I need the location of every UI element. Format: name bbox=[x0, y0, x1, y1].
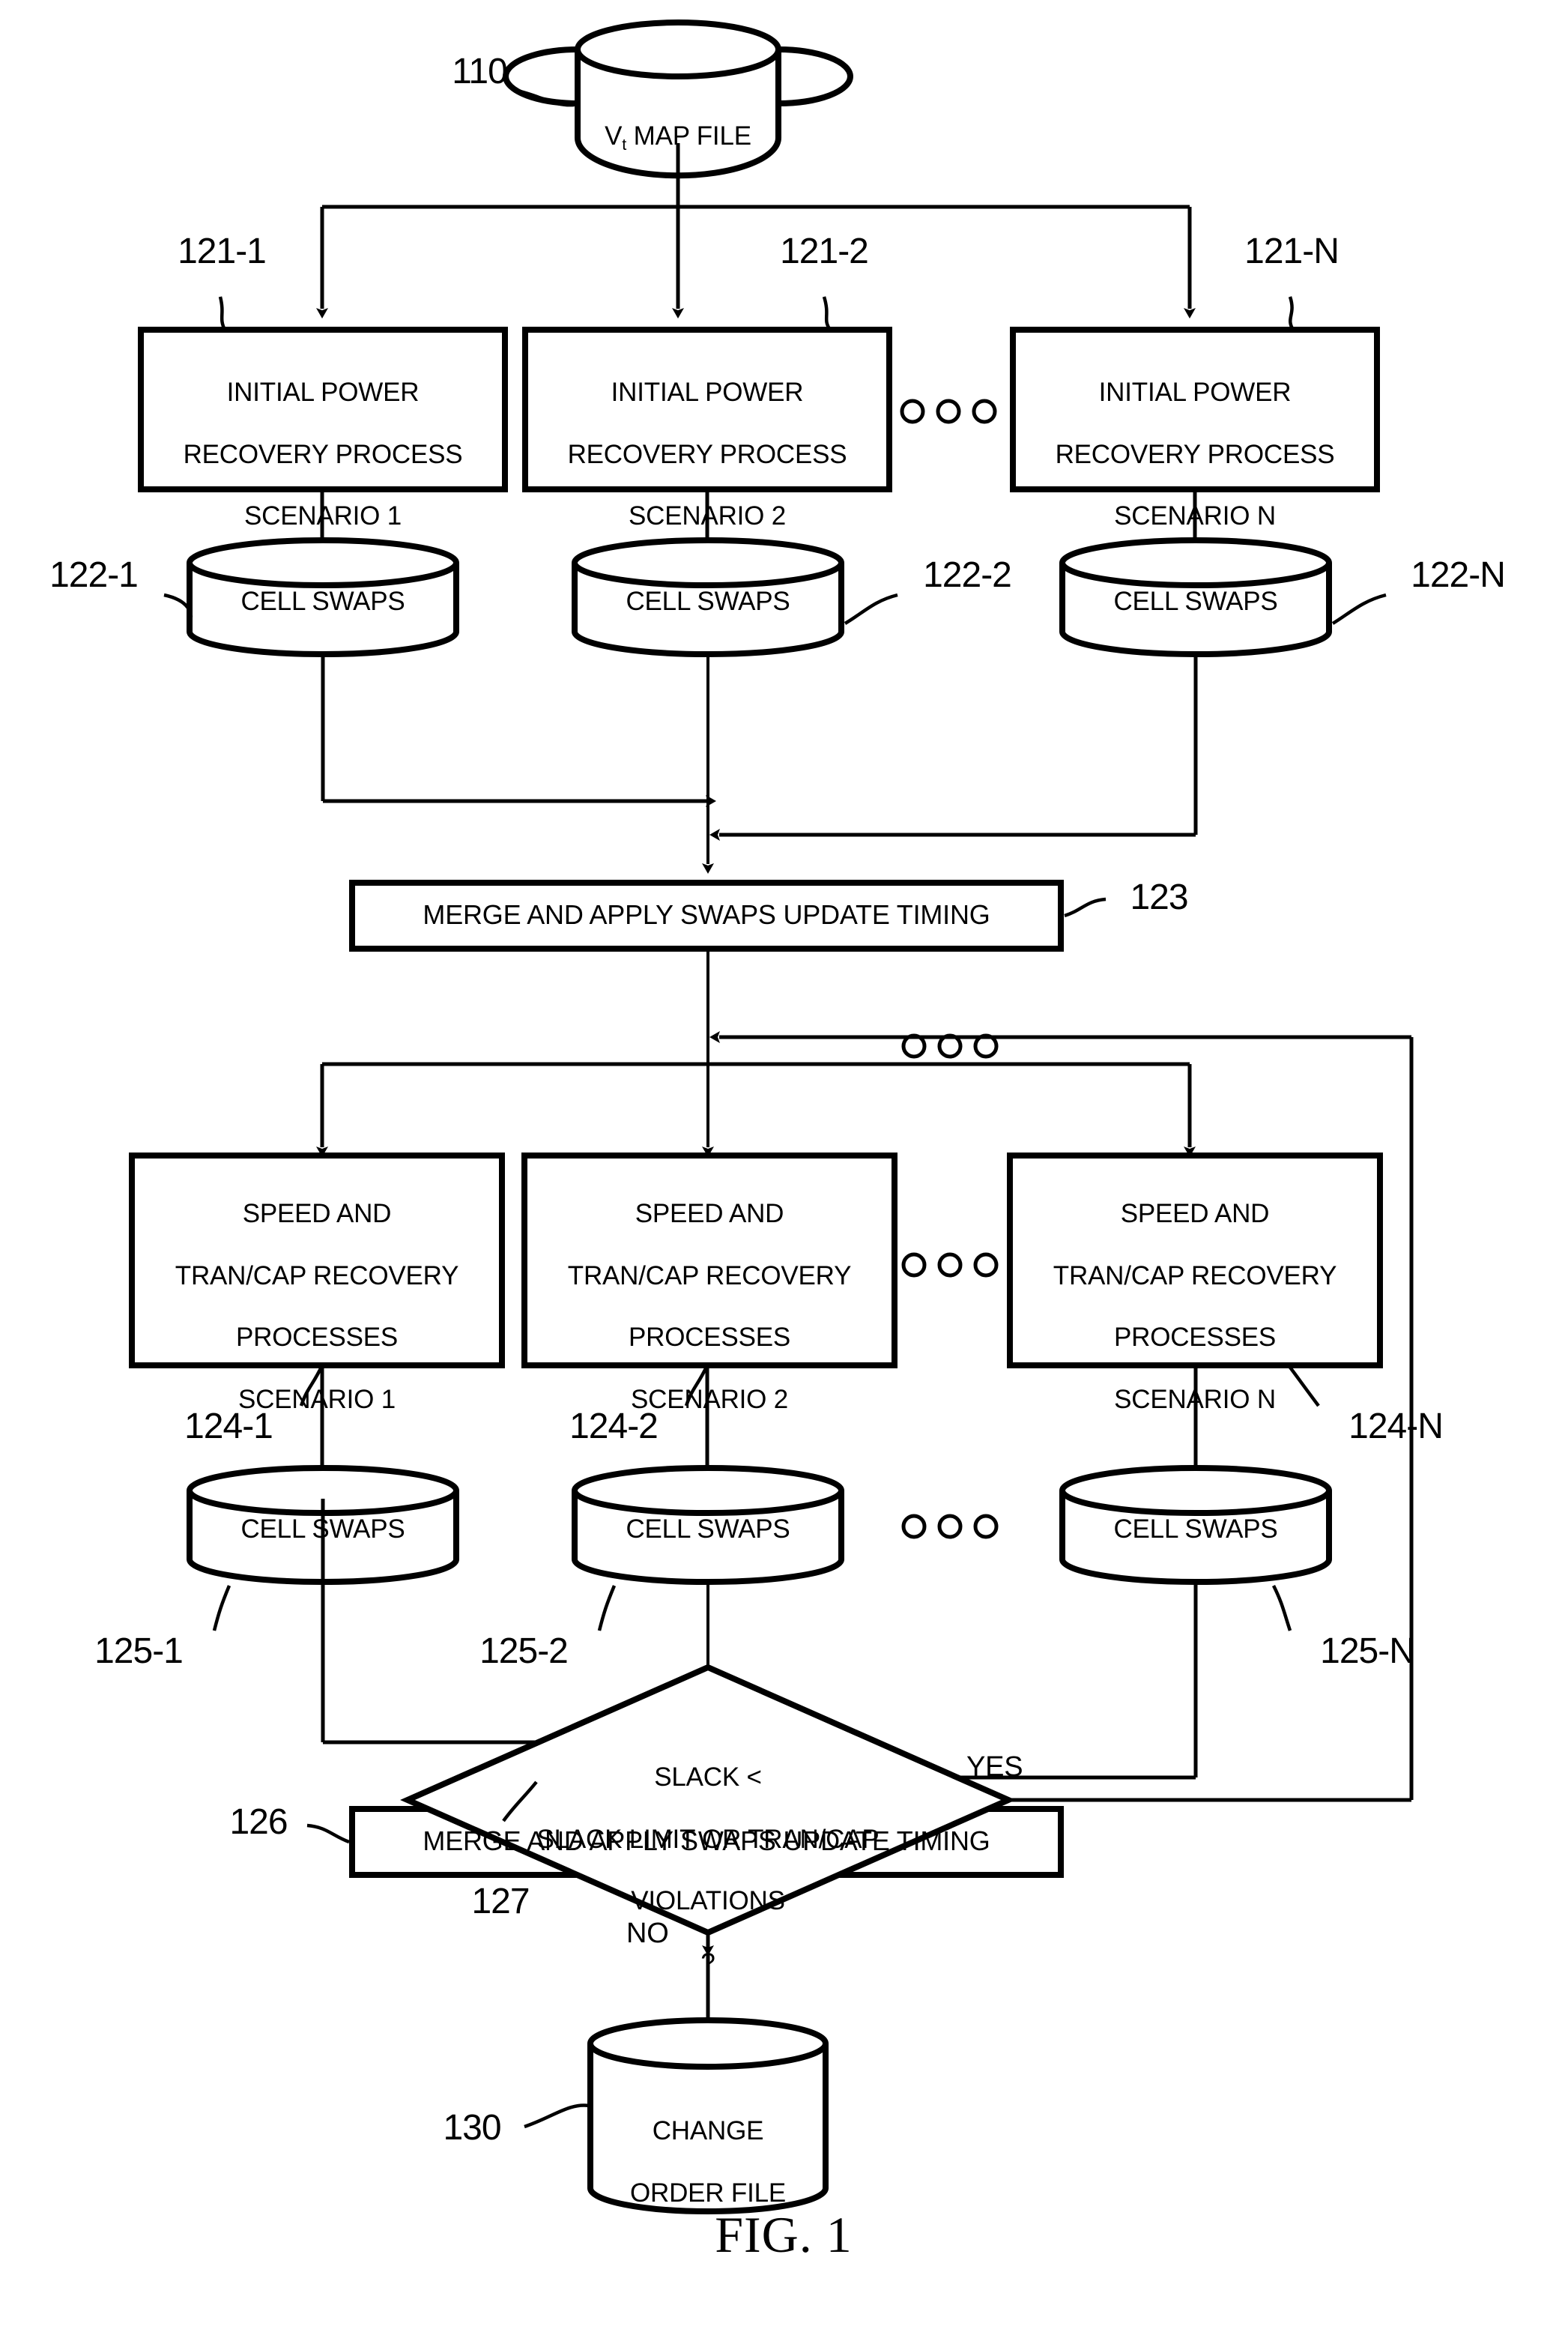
box-121-N-line2: RECOVERY PROCESS bbox=[1055, 439, 1335, 469]
leader-125-2 bbox=[597, 1585, 617, 1631]
box-124-1-label: SPEED AND TRAN/CAP RECOVERY PROCESSES SC… bbox=[132, 1168, 502, 1415]
diamond-127-line4: ? bbox=[700, 1948, 715, 1978]
diamond-127-line3: VIOLATIONS bbox=[631, 1886, 785, 1916]
refnum-123: 123 bbox=[1130, 877, 1188, 917]
cyl-122-2-label: CELL SWAPS bbox=[626, 587, 790, 616]
box-121-2-line2: RECOVERY PROCESS bbox=[567, 439, 847, 469]
cyl-122-N-label: CELL SWAPS bbox=[1113, 587, 1278, 616]
vt-map-suffix: MAP FILE bbox=[626, 121, 751, 151]
diamond-127-line1: SLACK < bbox=[654, 1762, 762, 1792]
vt-map-file-label: Vt MAP FILE bbox=[578, 90, 778, 154]
refnum-121-N: 121-N bbox=[1244, 232, 1340, 271]
refnum-127: 127 bbox=[471, 1882, 530, 1921]
box-124-N-line4: SCENARIO N bbox=[1114, 1385, 1276, 1415]
box-121-N-line3: SCENARIO N bbox=[1114, 501, 1276, 531]
box-121-1-line3: SCENARIO 1 bbox=[244, 501, 402, 531]
box-124-N-label: SPEED AND TRAN/CAP RECOVERY PROCESSES SC… bbox=[1010, 1168, 1380, 1415]
box-124-1-line3: PROCESSES bbox=[235, 1323, 399, 1353]
refnum-110: 110 bbox=[452, 52, 508, 91]
leader-125-1 bbox=[212, 1585, 231, 1631]
leader-123 bbox=[1064, 897, 1107, 918]
box-121-1-label: INITIAL POWER RECOVERY PROCESS SCENARIO … bbox=[141, 346, 505, 532]
cyl-130-line1: CHANGE bbox=[652, 2116, 764, 2146]
leader-122-2 bbox=[844, 593, 898, 625]
box-124-N-line1: SPEED AND bbox=[1120, 1199, 1270, 1229]
leader-130 bbox=[524, 2103, 590, 2129]
leader-121-N bbox=[1288, 296, 1295, 331]
box-124-1-line1: SPEED AND bbox=[242, 1199, 392, 1229]
refnum-122-N: 122-N bbox=[1411, 555, 1506, 595]
refnum-124-N: 124-N bbox=[1348, 1407, 1444, 1446]
vt-map-prefix: V bbox=[605, 121, 623, 151]
diamond-127-line2: SLACK LIMIT OR TRAN/CAP bbox=[536, 1824, 880, 1854]
box-121-2-line1: INITIAL POWER bbox=[611, 378, 804, 408]
cyl-125-N-label: CELL SWAPS bbox=[1113, 1514, 1278, 1544]
leader-126 bbox=[306, 1823, 350, 1844]
box-121-N-label: INITIAL POWER RECOVERY PROCESS SCENARIO … bbox=[1013, 346, 1377, 532]
box-121-2-line3: SCENARIO 2 bbox=[629, 501, 786, 531]
ellipsis-stage2-stores bbox=[901, 1514, 999, 1539]
box-124-2-line1: SPEED AND bbox=[635, 1199, 784, 1229]
box-123-label: MERGE AND APPLY SWAPS UPDATE TIMING bbox=[423, 899, 990, 930]
cyl-122-1-label: CELL SWAPS bbox=[240, 587, 405, 616]
cyl-130-line2: ORDER FILE bbox=[629, 2178, 787, 2208]
box-124-2-line3: PROCESSES bbox=[628, 1323, 791, 1353]
cyl-130-label: CHANGE ORDER FILE bbox=[592, 2085, 824, 2208]
refnum-124-2: 124-2 bbox=[569, 1407, 659, 1446]
box-124-N-line2: TRAN/CAP RECOVERY bbox=[1053, 1260, 1337, 1290]
ellipsis-stage1 bbox=[900, 399, 997, 424]
cyl-125-1-label: CELL SWAPS bbox=[240, 1514, 405, 1544]
leader-121-1 bbox=[218, 296, 227, 331]
refnum-124-1: 124-1 bbox=[184, 1407, 273, 1446]
box-121-N-line1: INITIAL POWER bbox=[1098, 378, 1292, 408]
refnum-125-2: 125-2 bbox=[479, 1631, 569, 1671]
refnum-125-N: 125-N bbox=[1320, 1631, 1415, 1671]
box-121-1-line1: INITIAL POWER bbox=[226, 378, 420, 408]
box-121-1-line2: RECOVERY PROCESS bbox=[183, 439, 463, 469]
leader-125-N bbox=[1271, 1584, 1292, 1631]
refnum-121-1: 121-1 bbox=[178, 232, 267, 271]
refnum-126: 126 bbox=[229, 1802, 288, 1842]
patent-figure-page: Vt MAP FILE 110 121-1 121-2 121-N INITIA… bbox=[0, 0, 1568, 2338]
box-124-1-line2: TRAN/CAP RECOVERY bbox=[175, 1260, 459, 1290]
refnum-122-1: 122-1 bbox=[49, 555, 139, 595]
refnum-125-1: 125-1 bbox=[94, 1631, 184, 1671]
branch-label-no: NO bbox=[626, 1918, 669, 1949]
box-121-2-label: INITIAL POWER RECOVERY PROCESS SCENARIO … bbox=[525, 346, 889, 532]
branch-label-yes: YES bbox=[966, 1751, 1023, 1783]
ellipsis-stage2-processes bbox=[901, 1033, 999, 1278]
box-124-2-label: SPEED AND TRAN/CAP RECOVERY PROCESSES SC… bbox=[524, 1168, 895, 1415]
box-124-N-line3: PROCESSES bbox=[1113, 1323, 1277, 1353]
box-124-2-line2: TRAN/CAP RECOVERY bbox=[567, 1260, 852, 1290]
leader-122-N bbox=[1331, 593, 1387, 625]
refnum-122-2: 122-2 bbox=[923, 555, 1012, 595]
refnum-130: 130 bbox=[443, 2108, 501, 2148]
refnum-121-2: 121-2 bbox=[780, 232, 869, 271]
figure-caption: FIG. 1 bbox=[715, 2206, 853, 2263]
cyl-125-2-label: CELL SWAPS bbox=[626, 1514, 790, 1544]
leader-121-2 bbox=[822, 296, 832, 331]
